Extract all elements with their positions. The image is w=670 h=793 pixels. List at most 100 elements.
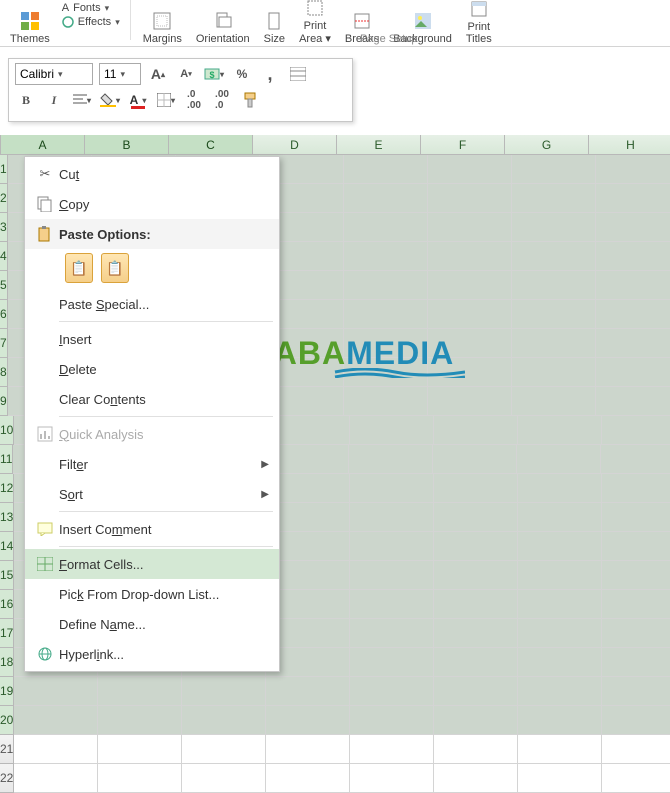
paste-option-default[interactable]: 📋	[65, 253, 93, 283]
cell-D22[interactable]	[266, 764, 350, 793]
cell-E7[interactable]	[344, 329, 428, 358]
cell-G7[interactable]	[512, 329, 596, 358]
cell-F18[interactable]	[434, 648, 518, 677]
row-header-5[interactable]: 5	[0, 271, 8, 300]
bold-button[interactable]: B	[15, 89, 37, 111]
comma-button[interactable]: ,	[259, 63, 281, 85]
cell-E6[interactable]	[344, 300, 428, 329]
cell-G9[interactable]	[512, 387, 596, 416]
cell-A21[interactable]	[14, 735, 98, 764]
themes-group[interactable]: Themes	[4, 0, 56, 45]
cell-G17[interactable]	[518, 619, 602, 648]
cell-C19[interactable]	[182, 677, 266, 706]
row-header-1[interactable]: 1	[0, 155, 8, 184]
cell-H9[interactable]	[596, 387, 670, 416]
cell-H2[interactable]	[596, 184, 670, 213]
cell-E22[interactable]	[350, 764, 434, 793]
cell-G19[interactable]	[518, 677, 602, 706]
cell-F22[interactable]	[434, 764, 518, 793]
row-header-12[interactable]: 12	[0, 474, 14, 503]
effects-button[interactable]: Effects▾	[58, 16, 124, 28]
cell-E2[interactable]	[344, 184, 428, 213]
row-header-20[interactable]: 20	[0, 706, 14, 735]
cell-H1[interactable]	[596, 155, 670, 184]
font-color-button[interactable]: A▾	[127, 89, 149, 111]
row-header-6[interactable]: 6	[0, 300, 8, 329]
paste-option-values[interactable]: 📋	[101, 253, 129, 283]
cell-H21[interactable]	[602, 735, 670, 764]
cell-G14[interactable]	[518, 532, 602, 561]
column-header-B[interactable]: B	[85, 135, 169, 155]
accounting-format-button[interactable]: $▾	[203, 63, 225, 85]
cell-H8[interactable]	[596, 358, 670, 387]
cell-A19[interactable]	[14, 677, 98, 706]
cell-E19[interactable]	[350, 677, 434, 706]
cell-E3[interactable]	[344, 213, 428, 242]
cell-H3[interactable]	[596, 213, 670, 242]
font-name-dropdown[interactable]: Calibri▾	[15, 63, 93, 85]
format-painter-button[interactable]	[239, 89, 261, 111]
size-button[interactable]: Size	[258, 0, 291, 45]
cell-H17[interactable]	[602, 619, 670, 648]
cell-E9[interactable]	[344, 387, 428, 416]
cell-E15[interactable]	[350, 561, 434, 590]
menu-paste-special[interactable]: Paste Special...	[25, 289, 279, 319]
menu-insert[interactable]: Insert	[25, 324, 279, 354]
format-cells-shortcut-button[interactable]	[287, 63, 309, 85]
cell-F8[interactable]	[428, 358, 512, 387]
cell-E20[interactable]	[350, 706, 434, 735]
cell-C21[interactable]	[182, 735, 266, 764]
row-header-17[interactable]: 17	[0, 619, 14, 648]
cell-F15[interactable]	[434, 561, 518, 590]
cell-E5[interactable]	[344, 271, 428, 300]
row-header-3[interactable]: 3	[0, 213, 8, 242]
cell-B19[interactable]	[98, 677, 182, 706]
cell-G6[interactable]	[512, 300, 596, 329]
cell-F21[interactable]	[434, 735, 518, 764]
row-header-8[interactable]: 8	[0, 358, 8, 387]
cell-G8[interactable]	[512, 358, 596, 387]
cell-E4[interactable]	[344, 242, 428, 271]
cell-E13[interactable]	[350, 503, 434, 532]
row-header-2[interactable]: 2	[0, 184, 8, 213]
cell-D19[interactable]	[266, 677, 350, 706]
cell-E12[interactable]	[350, 474, 434, 503]
cell-H11[interactable]	[601, 445, 670, 474]
cell-E8[interactable]	[344, 358, 428, 387]
cell-H18[interactable]	[602, 648, 670, 677]
cell-H6[interactable]	[596, 300, 670, 329]
row-header-15[interactable]: 15	[0, 561, 14, 590]
cell-F9[interactable]	[428, 387, 512, 416]
column-header-D[interactable]: D	[253, 135, 337, 155]
cell-G11[interactable]	[517, 445, 601, 474]
cell-F19[interactable]	[434, 677, 518, 706]
cell-G12[interactable]	[518, 474, 602, 503]
cell-G3[interactable]	[512, 213, 596, 242]
cell-F17[interactable]	[434, 619, 518, 648]
cell-F4[interactable]	[428, 242, 512, 271]
fill-color-button[interactable]: ▾	[99, 89, 121, 111]
cell-C22[interactable]	[182, 764, 266, 793]
menu-filter[interactable]: Filter▶	[25, 449, 279, 479]
cell-E10[interactable]	[350, 416, 434, 445]
margins-button[interactable]: Margins	[137, 0, 188, 45]
cell-F10[interactable]	[434, 416, 518, 445]
row-header-14[interactable]: 14	[0, 532, 14, 561]
cell-E16[interactable]	[350, 590, 434, 619]
cell-F11[interactable]	[433, 445, 517, 474]
cell-E1[interactable]	[344, 155, 428, 184]
cell-H4[interactable]	[596, 242, 670, 271]
cell-D21[interactable]	[266, 735, 350, 764]
row-header-11[interactable]: 11	[0, 445, 13, 474]
cell-G15[interactable]	[518, 561, 602, 590]
italic-button[interactable]: I	[43, 89, 65, 111]
cell-H16[interactable]	[602, 590, 670, 619]
cell-F3[interactable]	[428, 213, 512, 242]
row-header-9[interactable]: 9	[0, 387, 8, 416]
cell-B21[interactable]	[98, 735, 182, 764]
increase-font-button[interactable]: A▴	[147, 63, 169, 85]
column-header-A[interactable]: A	[1, 135, 85, 155]
cell-F6[interactable]	[428, 300, 512, 329]
column-header-F[interactable]: F	[421, 135, 505, 155]
cell-G10[interactable]	[518, 416, 602, 445]
